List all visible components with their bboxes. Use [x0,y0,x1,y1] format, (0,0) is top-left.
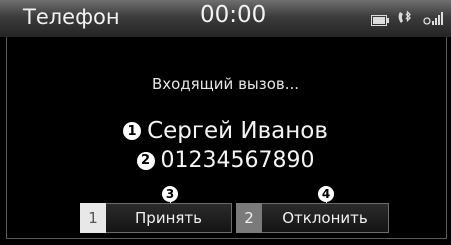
app-title: Телефон [23,5,120,29]
signal-strength-icon [423,11,443,30]
battery-icon [371,11,389,30]
caller-number: 01234567890 [160,148,315,173]
status-icons [371,10,443,30]
decline-button[interactable]: 2 Отклонить [236,203,389,233]
caller-name: Сергей Иванов [147,118,328,144]
accept-label: Принять [106,203,232,233]
status-bar: Телефон 00:00 [0,0,451,37]
phone-screen: Телефон 00:00 Входящий вызов... 1 Сергей… [0,0,451,245]
bluetooth-phone-icon [397,10,415,30]
caller-name-row: 1 Сергей Иванов [0,118,451,144]
accept-key-number: 1 [80,203,106,233]
clock: 00:00 [200,2,267,28]
incoming-call-status: Входящий вызов... [151,75,300,93]
decline-label: Отклонить [262,203,389,233]
decline-key-number: 2 [236,203,262,233]
callout-1: 1 [123,122,142,140]
callout-2: 2 [136,151,155,170]
accept-button[interactable]: 1 Принять [80,203,232,233]
caller-number-row: 2 01234567890 [0,148,451,173]
